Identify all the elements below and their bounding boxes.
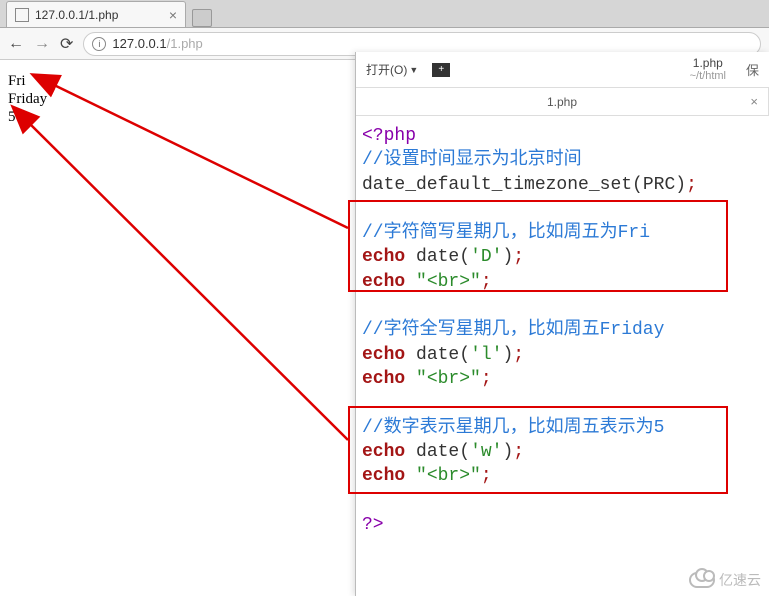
new-tab-button[interactable] xyxy=(192,9,212,27)
file-path: ~/t/html xyxy=(690,70,726,82)
file-icon xyxy=(15,8,29,22)
tab-title: 127.0.0.1/1.php xyxy=(35,8,118,22)
page-output: Fri Friday 5 xyxy=(8,72,47,126)
editor-panel: 打开(O) ▼ + 1.php ~/t/html 保 1.php × <?php… xyxy=(355,52,769,596)
editor-tab[interactable]: 1.php × xyxy=(356,88,769,115)
browser-tab[interactable]: 127.0.0.1/1.php × xyxy=(6,1,186,27)
editor-toolbar: 打开(O) ▼ + 1.php ~/t/html 保 xyxy=(356,52,769,88)
forward-button[interactable]: → xyxy=(34,35,50,53)
close-icon[interactable]: × xyxy=(750,94,758,109)
back-button[interactable]: ← xyxy=(8,35,24,53)
open-button[interactable]: 打开(O) ▼ xyxy=(366,61,418,78)
browser-tab-strip: 127.0.0.1/1.php × xyxy=(0,0,769,28)
reload-button[interactable]: ⟳ xyxy=(60,34,73,54)
close-icon[interactable]: × xyxy=(169,7,177,23)
code-area[interactable]: <?php //设置时间显示为北京时间 date_default_timezon… xyxy=(356,116,769,545)
cloud-icon xyxy=(689,572,715,588)
output-line: 5 xyxy=(8,108,47,126)
editor-tab-label: 1.php xyxy=(547,95,577,109)
file-info: 1.php ~/t/html xyxy=(690,57,726,82)
editor-tab-row: 1.php × xyxy=(356,88,769,116)
save-button[interactable]: 保 xyxy=(746,60,759,79)
new-file-button[interactable]: + xyxy=(432,63,450,77)
output-line: Friday xyxy=(8,90,47,108)
file-name: 1.php xyxy=(690,57,726,70)
watermark: 亿速云 xyxy=(689,570,761,590)
url-host: 127.0.0.1 xyxy=(112,36,166,51)
info-icon[interactable]: i xyxy=(92,37,106,51)
watermark-text: 亿速云 xyxy=(719,570,761,590)
output-line: Fri xyxy=(8,72,47,90)
chevron-down-icon: ▼ xyxy=(409,65,418,75)
url-path: /1.php xyxy=(167,36,203,51)
